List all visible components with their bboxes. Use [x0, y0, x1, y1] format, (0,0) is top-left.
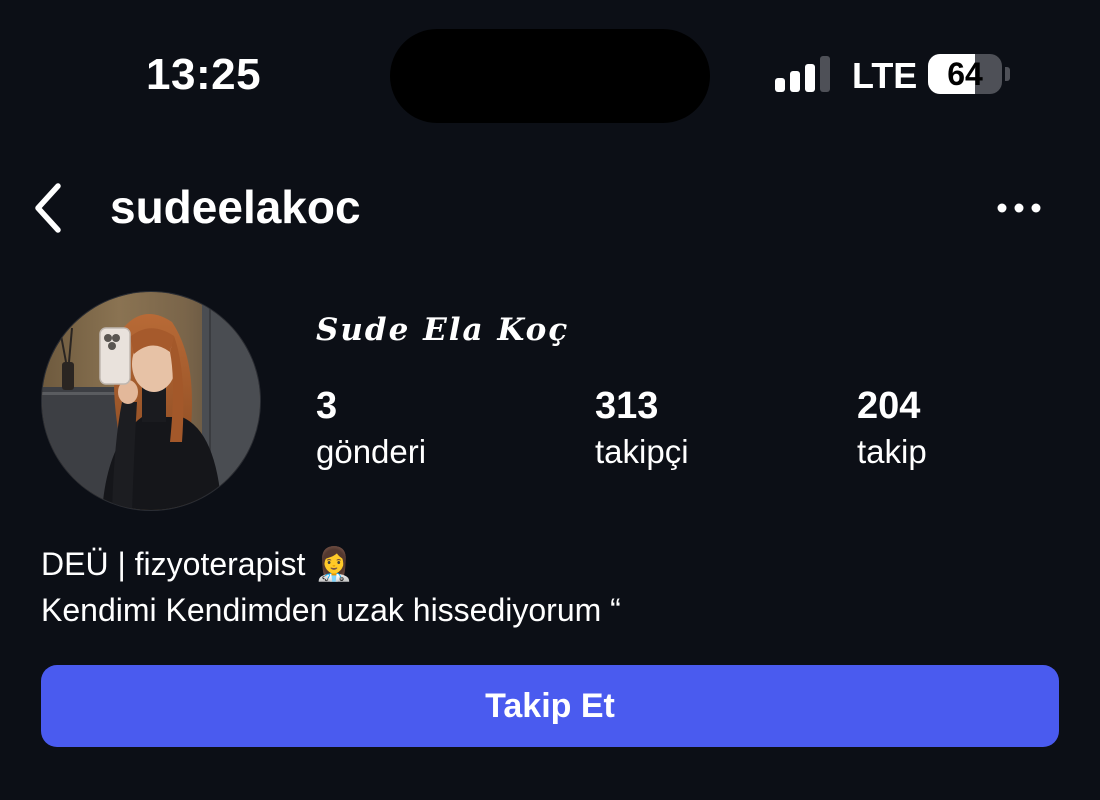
followers-count: 313 [595, 385, 659, 427]
profile-display-name: Sude Ela Koç [316, 312, 570, 348]
profile-photo [42, 292, 260, 510]
profile-avatar[interactable] [41, 291, 261, 511]
chevron-left-icon [35, 183, 61, 233]
status-time: 13:25 [146, 50, 262, 99]
battery-cap [1005, 67, 1010, 81]
following-label: takip [857, 433, 927, 470]
posts-label: gönderi [316, 433, 427, 470]
follow-button[interactable]: Takip Et [41, 665, 1059, 747]
following-stat[interactable]: 204 takip [857, 384, 927, 472]
ellipsis-icon [997, 203, 1041, 213]
followers-label: takipçi [595, 433, 689, 470]
cellular-signal-icon [775, 56, 830, 92]
back-button[interactable] [28, 180, 72, 236]
more-options-button[interactable] [994, 190, 1044, 226]
dynamic-island [390, 29, 710, 123]
profile-username: sudeelakoc [110, 181, 361, 233]
battery-icon: 64 [928, 54, 1010, 94]
followers-stat[interactable]: 313 takipçi [595, 384, 689, 472]
posts-count: 3 [316, 385, 338, 427]
bio-line: DEÜ | fizyoterapist 👩‍⚕️ [41, 546, 355, 582]
following-count: 204 [857, 385, 921, 427]
network-type: LTE [852, 55, 918, 96]
posts-stat[interactable]: 3 gönderi [316, 384, 426, 472]
bio-line: Kendimi Kendimden uzak hissediyorum “ [41, 592, 621, 628]
profile-bio: DEÜ | fizyoterapist 👩‍⚕️ Kendimi Kendimd… [41, 541, 621, 633]
battery-percentage: 64 [947, 56, 983, 92]
profile-screen: 13:25 LTE 64 sudeelakoc Sude Ela Koç 3 g… [0, 0, 1100, 800]
